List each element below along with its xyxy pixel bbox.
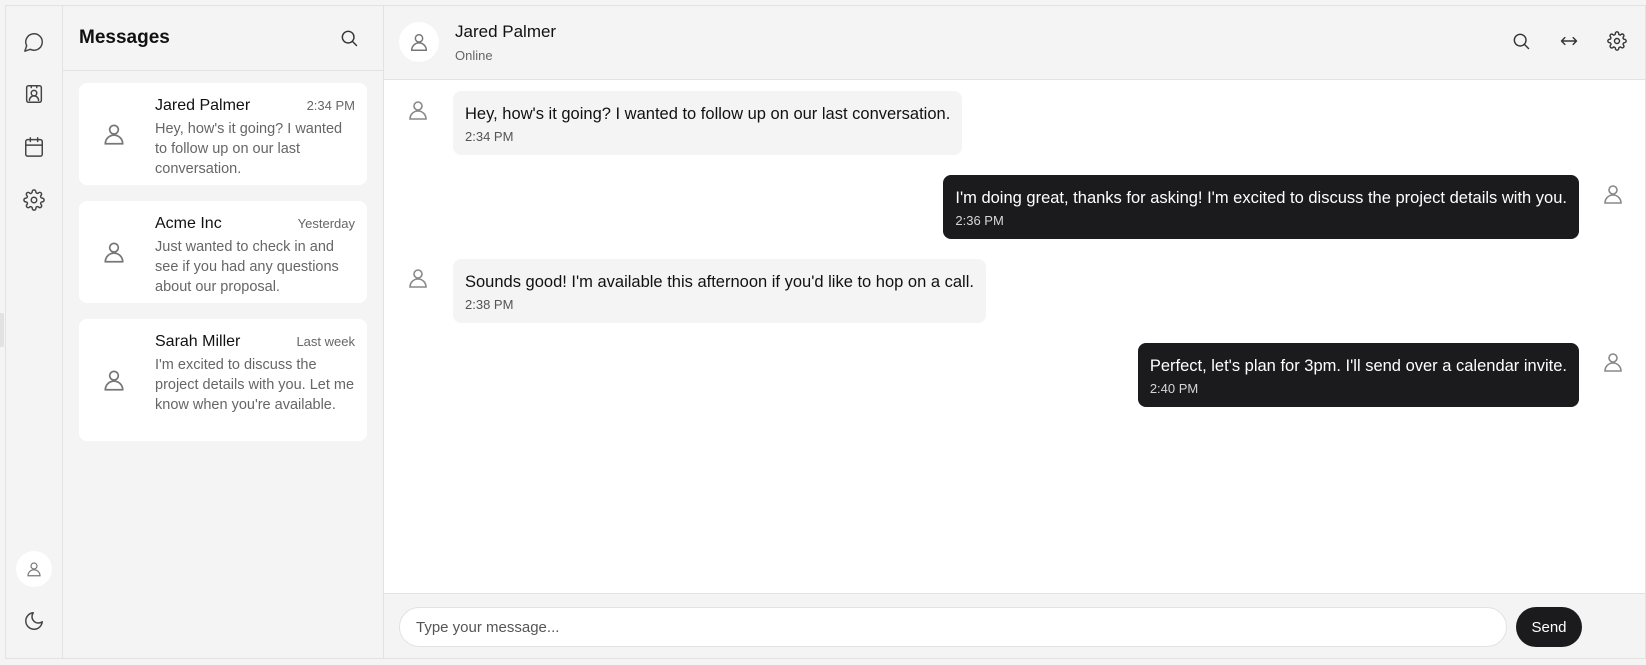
- conversation-list: Messages Jared Palmer 2:34 PM Hey, how's…: [63, 6, 384, 658]
- user-icon: [410, 33, 428, 51]
- moon-icon: [25, 612, 43, 630]
- chat-search-button[interactable]: [1505, 25, 1537, 57]
- conversation-list-header: Messages: [63, 6, 383, 71]
- user-icon: [1604, 185, 1622, 204]
- profile-avatar-button[interactable]: [16, 551, 52, 587]
- message-bubble: Sounds good! I'm available this afternoo…: [453, 259, 986, 323]
- sender-avatar: [1601, 182, 1625, 206]
- messaging-app: Messages Jared Palmer 2:34 PM Hey, how's…: [5, 5, 1646, 659]
- sender-avatar: [1601, 350, 1625, 374]
- conversation-preview: I'm excited to discuss the project detai…: [155, 357, 355, 413]
- chat-bubble-icon: [24, 33, 43, 52]
- conversation-item[interactable]: Jared Palmer 2:34 PM Hey, how's it going…: [79, 83, 367, 185]
- message-text: Hey, how's it going? I wanted to follow …: [465, 105, 951, 123]
- conversation-time: Yesterday: [297, 216, 355, 231]
- message-text: I'm doing great, thanks for asking! I'm …: [955, 189, 1567, 207]
- user-icon: [27, 562, 41, 577]
- conversation-time: Last week: [296, 334, 355, 349]
- avatar: [101, 367, 127, 393]
- user-icon: [1604, 353, 1622, 372]
- contact-status: Online: [455, 48, 493, 63]
- resize-handle[interactable]: [0, 313, 4, 347]
- avatar: [101, 239, 127, 265]
- message-composer: Send: [384, 593, 1645, 658]
- contact-avatar: [399, 22, 439, 62]
- conversation-preview: Just wanted to check in and see if you h…: [155, 239, 339, 295]
- search-icon: [1513, 33, 1530, 50]
- conversation-item[interactable]: Sarah Miller Last week I'm excited to di…: [79, 319, 367, 441]
- rail-contacts-button[interactable]: [16, 76, 52, 112]
- message-input[interactable]: [399, 607, 1507, 647]
- user-icon: [104, 242, 124, 263]
- send-button[interactable]: Send: [1516, 607, 1582, 647]
- conversation-name: Acme Inc: [155, 215, 222, 232]
- user-icon: [104, 370, 124, 391]
- calendar-icon: [25, 137, 43, 157]
- chat-actions: [1505, 25, 1633, 57]
- message-text: Sounds good! I'm available this afternoo…: [465, 273, 974, 291]
- message-time: 2:40 PM: [1149, 381, 1199, 396]
- message-bubble: I'm doing great, thanks for asking! I'm …: [943, 175, 1579, 239]
- user-icon: [104, 124, 124, 145]
- contact-card-icon: [25, 85, 43, 103]
- conversation-list-title: Messages: [79, 27, 170, 48]
- message-text: Perfect, let's plan for 3pm. I'll send o…: [1149, 357, 1567, 375]
- icon-rail: [6, 6, 63, 658]
- rail-calendar-button[interactable]: [16, 129, 52, 165]
- rail-settings-button[interactable]: [16, 182, 52, 218]
- message-bubble: Hey, how's it going? I wanted to follow …: [453, 91, 963, 155]
- search-icon: [341, 30, 358, 47]
- message-time: 2:34 PM: [465, 129, 514, 144]
- expand-horizontal-icon: [1560, 36, 1578, 46]
- sender-avatar: [406, 266, 430, 290]
- rail-chat-button[interactable]: [16, 24, 52, 60]
- conversation-name: Sarah Miller: [155, 333, 241, 350]
- expand-button[interactable]: [1553, 25, 1585, 57]
- avatar: [101, 121, 127, 147]
- chat-header: Jared Palmer Online: [384, 6, 1645, 80]
- user-icon: [409, 269, 427, 288]
- sender-avatar: [406, 98, 430, 122]
- gear-icon: [1607, 31, 1627, 51]
- gear-icon: [23, 189, 45, 211]
- message-time: 2:36 PM: [955, 213, 1004, 228]
- conversation-preview: Hey, how's it going? I wanted to follow …: [155, 121, 343, 177]
- contact-name: Jared Palmer: [455, 22, 557, 41]
- theme-toggle-button[interactable]: [16, 603, 52, 639]
- user-icon: [409, 101, 427, 120]
- chat-panel: Jared Palmer Online Hey, how's it going?…: [384, 6, 1645, 658]
- chat-settings-button[interactable]: [1601, 25, 1633, 57]
- message-time: 2:38 PM: [465, 297, 514, 312]
- conversation-name: Jared Palmer: [155, 97, 251, 114]
- conversation-search-button[interactable]: [333, 22, 365, 54]
- conversation-time: 2:34 PM: [306, 98, 355, 113]
- message-bubble: Perfect, let's plan for 3pm. I'll send o…: [1137, 343, 1579, 407]
- conversation-item[interactable]: Acme Inc Yesterday Just wanted to check …: [79, 201, 367, 303]
